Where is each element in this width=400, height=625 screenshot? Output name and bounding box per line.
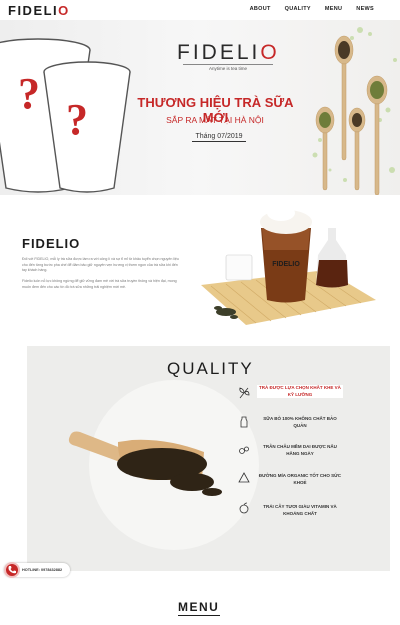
about-title: FIDELIO [22,236,81,251]
quality-item-pearls: TRÂN CHÂU MỀM DAI ĐƯỢC NẤU HẰNG NGÀY [263,444,337,456]
quality-item-fruit: TRÁI CÂY TƯƠI GIÀU VITAMIN VÀ KHOÁNG CHẤ… [263,504,337,516]
tea-spoons-image [312,27,397,195]
nav-about[interactable]: ABOUT [250,6,271,12]
milk-bottle-icon [240,416,248,428]
cup-illustration-2 [43,61,131,193]
hotline-text: HOTLINE: 0978432882 [22,567,63,572]
quality-item-sugar: ĐƯỜNG MÍA ORGANIC TỐT CHO SỨC KHOẺ [258,473,342,485]
nav-menu[interactable]: MENU [325,6,342,12]
hero-date: Tháng 07/2019 [192,133,246,142]
quality-item-milk: SỮA BÒ 100% KHÔNG CHẤT BẢO QUẢN [263,416,337,428]
question-mark-1: ? [18,69,40,118]
question-mark-2: ? [66,95,88,144]
menu-title: MENU [178,600,220,614]
hero-tagline: Anytime is tea time [183,64,273,71]
pearl-icon [239,446,249,454]
quality-item-tea: TRÀ ĐƯỢC LỰA CHỌN KHẮT KHE VÀ KỸ LƯỠNG [257,385,343,398]
wooden-scoop-image [68,431,222,496]
nav-quality[interactable]: QUALITY [285,6,311,12]
hotline-button[interactable]: HOTLINE: 0978432882 [4,562,70,578]
menu-underline [178,615,220,616]
milk-tea-product-image: FIDELIO [201,205,376,325]
phone-icon [4,562,20,578]
quality-title: QUALITY [167,359,254,378]
hero-brand-logo: FIDELIO [177,41,280,64]
site-logo[interactable]: FIDELIO [8,3,70,18]
fruit-icon [239,502,249,514]
quality-section: QUALITY TRÀ ĐƯỢC LỰA CHỌN KHẮT KHE VÀ KỸ… [27,346,390,571]
nav-news[interactable]: NEWS [356,6,374,12]
top-nav: FIDELIO ABOUT QUALITY MENU NEWS [0,0,400,20]
sugar-icon [238,472,250,483]
about-paragraph-2: Fidelio luôn nỗ lực không ngừng để giữ v… [22,279,177,289]
nav-links: ABOUT QUALITY MENU NEWS [250,6,374,12]
about-paragraph-1: Đối với FIDELIO, mỗi ly trà sữa được làm… [22,257,179,272]
hero-subtitle: SẮP RA MẮT TẠI HÀ NỘI [166,115,264,125]
hero-banner: ? ? FIDELIO Anytime is tea time THƯƠNG H… [0,20,400,195]
cup-brand-label: FIDELIO [272,261,300,268]
leaf-icon [239,387,250,399]
